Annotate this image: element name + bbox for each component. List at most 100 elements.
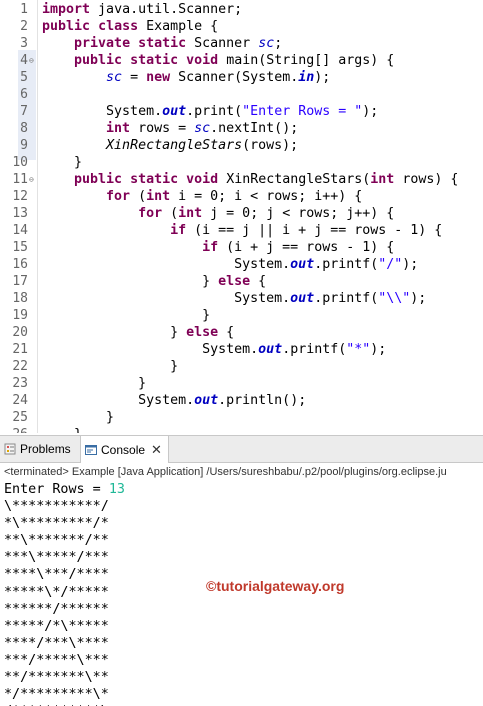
code-token: ); — [314, 70, 331, 85]
code-text: System.out.printf("\\"); — [42, 290, 426, 307]
code-token: Scanner — [186, 36, 259, 51]
code-text: } — [42, 409, 114, 426]
code-token: rows) { — [394, 172, 459, 187]
line-number: 18 — [12, 291, 28, 306]
code-token: out — [162, 104, 187, 119]
line-number: 10 — [12, 155, 28, 170]
code-token: out — [290, 257, 315, 272]
code-token: static — [130, 53, 179, 68]
code-line: 16 System.out.printf("/"); — [0, 256, 483, 273]
code-text: XinRectangleStars(rows); — [42, 137, 298, 154]
fold-toggle-icon[interactable]: ⊖ — [29, 52, 34, 69]
code-text: if (i == j || i + j == rows - 1) { — [42, 222, 442, 239]
code-token: "/" — [378, 257, 403, 272]
code-token: for — [106, 189, 131, 204]
line-number: 22 — [12, 359, 28, 374]
code-text: } else { — [42, 273, 266, 290]
line-number: 6 — [20, 87, 28, 102]
code-token: "\\" — [378, 291, 411, 306]
close-icon[interactable]: ✕ — [151, 442, 162, 457]
tab-console[interactable]: Console ✕ — [80, 436, 169, 463]
line-number: 21 — [12, 342, 28, 357]
code-token: .printf( — [314, 291, 379, 306]
line-number: 19 — [12, 308, 28, 323]
code-line: 17 } else { — [0, 273, 483, 290]
code-token: .print( — [186, 104, 243, 119]
line-number: 13 — [12, 206, 28, 221]
console-prompt-line: Enter Rows = 13 — [4, 481, 483, 498]
line-number: 24 — [12, 393, 28, 408]
code-token: import — [42, 2, 91, 17]
code-text: public static void main(String[] args) { — [42, 52, 394, 69]
code-line: 15 if (i + j == rows - 1) { — [0, 239, 483, 256]
console-output-line: *\*********/* — [4, 516, 109, 532]
code-text: System.out.println(); — [42, 392, 306, 409]
code-token: rows = — [130, 121, 195, 136]
console-output-line: *****/*\***** — [4, 618, 109, 634]
code-token: "*" — [346, 342, 371, 357]
code-token: { — [250, 274, 267, 289]
code-line: 19 } — [0, 307, 483, 324]
code-line: 1 import java.util.Scanner; — [0, 1, 483, 18]
line-number: 8 — [20, 121, 28, 136]
code-text: } — [42, 154, 82, 171]
code-token: out — [290, 291, 315, 306]
code-token: static — [130, 172, 179, 187]
code-token: out — [194, 393, 219, 408]
tab-console-label: Console — [101, 443, 146, 457]
code-line: 18 System.out.printf("\\"); — [0, 290, 483, 307]
code-text: for (int i = 0; i < rows; i++) { — [42, 188, 362, 205]
code-token: class — [98, 19, 139, 34]
code-text: } — [42, 426, 82, 433]
code-line: 8 int rows = sc.nextInt(); — [0, 120, 483, 137]
code-text: } — [42, 375, 146, 392]
code-text: if (i + j == rows - 1) { — [42, 239, 394, 256]
code-token: = — [122, 70, 147, 85]
code-editor[interactable]: 1 import java.util.Scanner; 2 public class … — [0, 0, 483, 433]
code-line: 10 } — [0, 154, 483, 171]
fold-toggle-icon[interactable]: ⊖ — [29, 171, 34, 188]
console-output-line: ******/****** — [4, 601, 109, 617]
code-token: void — [186, 172, 219, 187]
code-token: int — [106, 121, 131, 136]
code-token: ); — [370, 342, 387, 357]
code-token: new — [146, 70, 171, 85]
code-text: sc = new Scanner(System.in); — [42, 69, 330, 86]
console-output-line: **/*******\** — [4, 670, 109, 686]
line-number: 23 — [12, 376, 28, 391]
line-number: 9 — [20, 138, 28, 153]
code-line: 2 public class Example { — [0, 18, 483, 35]
code-token: int — [370, 172, 395, 187]
code-text: int rows = sc.nextInt(); — [42, 120, 298, 137]
code-token: static — [138, 36, 187, 51]
code-line: 13 for (int j = 0; j < rows; j++) { — [0, 205, 483, 222]
console-output-line: ***\*****/*** — [4, 550, 109, 566]
code-line: 24 System.out.println(); — [0, 392, 483, 409]
code-token: .nextInt(); — [210, 121, 299, 136]
line-number: 1 — [20, 2, 28, 17]
code-text: } — [42, 307, 210, 324]
code-line: 6 — [0, 86, 483, 103]
line-number: 15 — [12, 240, 28, 255]
line-number: 4 — [20, 53, 28, 68]
code-token: public — [74, 53, 123, 68]
tab-problems[interactable]: Problems — [4, 436, 71, 463]
code-token: "Enter Rows = " — [242, 104, 363, 119]
code-line: 14 if (i == j || i + j == rows - 1) { — [0, 222, 483, 239]
code-token: ); — [362, 104, 379, 119]
console-output-line: \***********/ — [4, 499, 109, 515]
code-line: 21 System.out.printf("*"); — [0, 341, 483, 358]
code-text: } — [42, 358, 178, 375]
code-line: 5 sc = new Scanner(System.in); — [0, 69, 483, 86]
code-token: Example { — [138, 19, 219, 34]
code-token: System. — [42, 257, 291, 272]
code-token: if — [170, 223, 187, 238]
code-token: java.util.Scanner; — [90, 2, 243, 17]
